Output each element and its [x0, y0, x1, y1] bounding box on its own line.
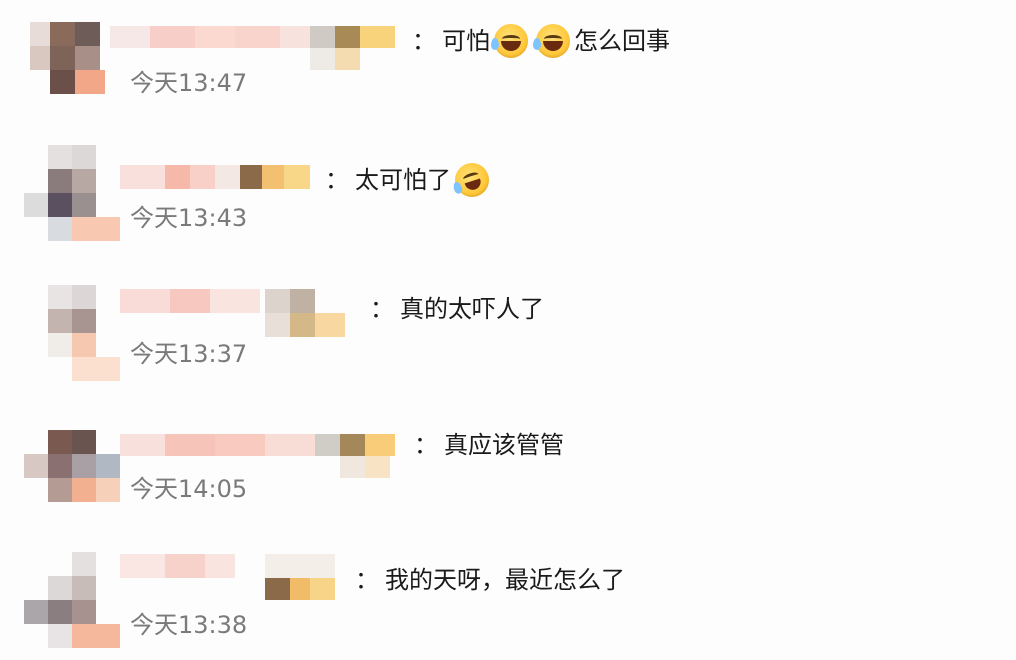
blurred-avatar[interactable]	[24, 145, 120, 241]
blurred-avatar[interactable]	[24, 552, 120, 648]
comment-item-4: ：真应该管管 今天14:05	[0, 410, 1016, 530]
blurred-username[interactable]	[110, 24, 400, 72]
comment-timestapm: 今天13:43	[130, 204, 248, 232]
blurred-username[interactable]	[120, 165, 320, 191]
comment-item-2: ：太可怕了 今天13:43	[0, 135, 1016, 255]
laughing-tears-icon	[491, 24, 528, 58]
comment-timestamp: 今天13:38	[130, 611, 248, 639]
blurred-avatar[interactable]	[48, 285, 120, 381]
comment-item-1: ：可怕 怎么回事 今天13:47	[0, 0, 1016, 120]
comment-timestamp: 今天13:47	[130, 69, 248, 97]
colon-separator: ：	[325, 166, 349, 194]
comment-timestamp: 今天13:37	[130, 340, 248, 368]
comment-item-3: ：真的太吓人了 今天13:37	[0, 275, 1016, 395]
comment-text: 太可怕了	[355, 166, 451, 194]
blurred-username[interactable]	[120, 554, 340, 602]
comment-text: 真的太吓人了	[400, 295, 544, 323]
comment-text: 我的天呀，最近怎么了	[385, 566, 625, 594]
comment-text-suffix: 怎么回事	[574, 27, 670, 55]
blurred-username[interactable]	[120, 289, 350, 337]
laughing-tears-icon	[533, 24, 570, 58]
comment-text: 真应该管管	[444, 431, 564, 459]
rolling-laugh-icon	[450, 158, 494, 202]
comment-item-5: ：我的天呀，最近怎么了 今天13:38	[0, 540, 1016, 660]
comment-text: 可怕	[442, 27, 490, 55]
comment-timestamp: 今天14:05	[130, 475, 248, 503]
colon-separator: ：	[370, 295, 394, 323]
colon-separator: ：	[412, 27, 436, 55]
colon-separator: ：	[355, 566, 379, 594]
blurred-username[interactable]	[120, 432, 400, 480]
colon-separator: ：	[414, 431, 438, 459]
blurred-avatar[interactable]	[30, 22, 110, 96]
blurred-avatar[interactable]	[24, 430, 120, 506]
